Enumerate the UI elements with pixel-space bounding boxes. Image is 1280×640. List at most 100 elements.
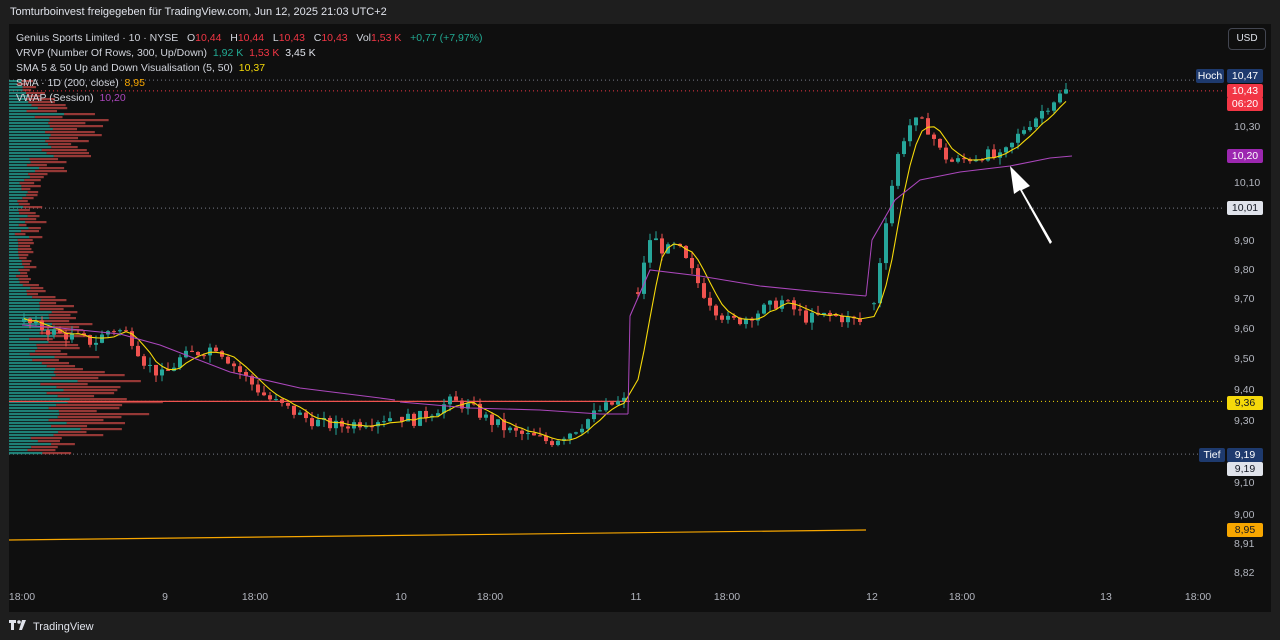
legend-vwap-row[interactable]: VWAP (Session) 10,20 bbox=[16, 92, 126, 104]
annotation-arrow-icon bbox=[1010, 166, 1052, 244]
sma200-tag: 8,95 bbox=[1235, 524, 1256, 536]
legend-vrvp-row[interactable]: VRVP (Number Of Rows, 300, Up/Down) 1,92… bbox=[16, 47, 316, 59]
volume-profile-up bbox=[9, 113, 65, 116]
volume-profile-down bbox=[39, 167, 65, 170]
volume-profile-up bbox=[9, 392, 47, 395]
vwap-line bbox=[627, 315, 631, 415]
volume-profile-down bbox=[55, 374, 125, 377]
legend-sma-vis-row[interactable]: SMA 5 & 50 Up and Down Visualisation (5,… bbox=[16, 62, 265, 74]
vwap-line bbox=[865, 239, 873, 297]
volume-profile-down bbox=[29, 176, 44, 179]
candle-body bbox=[1058, 93, 1062, 103]
volume-profile-up bbox=[9, 278, 19, 281]
candlestick-chart[interactable]: 10,5010,3010,109,909,809,709,609,509,409… bbox=[0, 0, 1280, 640]
candle-body bbox=[112, 331, 116, 333]
legend-vwap-value: 10,20 bbox=[99, 92, 126, 104]
candle-body bbox=[798, 309, 802, 311]
price-tick-label: 8,91 bbox=[1234, 538, 1255, 550]
volume-profile-up bbox=[9, 350, 36, 353]
volume-profile-down bbox=[21, 188, 31, 191]
volume-profile-down bbox=[20, 272, 28, 275]
volume-profile-up bbox=[9, 122, 49, 125]
candle-body bbox=[872, 303, 876, 305]
volume-profile-up bbox=[9, 314, 49, 317]
volume-profile-up bbox=[9, 362, 42, 365]
volume-profile-up bbox=[9, 281, 20, 284]
volume-profile-up bbox=[9, 149, 42, 152]
currency-button[interactable]: USD bbox=[1228, 28, 1266, 50]
candle-body bbox=[208, 347, 212, 356]
volume-profile-up bbox=[9, 221, 26, 224]
candle-body bbox=[654, 238, 658, 241]
volume-profile-down bbox=[30, 437, 62, 440]
volume-profile-down bbox=[22, 197, 34, 200]
volume-profile-up bbox=[9, 224, 19, 227]
volume-profile-up bbox=[9, 302, 40, 305]
volume-profile-down bbox=[46, 365, 76, 368]
candle-body bbox=[454, 396, 458, 401]
legend-vwap-label: VWAP (Session) bbox=[16, 92, 94, 104]
volume-profile-up bbox=[9, 230, 22, 233]
volume-profile-down bbox=[19, 218, 37, 221]
volume-profile-up bbox=[9, 368, 56, 371]
volume-profile-down bbox=[18, 203, 30, 206]
volume-profile-down bbox=[18, 251, 34, 254]
volume-profile-down bbox=[22, 263, 30, 266]
volume-profile-up bbox=[9, 212, 20, 215]
volume-profile-up bbox=[9, 263, 23, 266]
volume-profile-up bbox=[9, 356, 55, 359]
volume-profile-down bbox=[22, 89, 32, 92]
volume-profile-down bbox=[14, 233, 26, 236]
candle-body bbox=[550, 441, 554, 446]
volume-profile-down bbox=[57, 416, 122, 419]
candle-body bbox=[1010, 142, 1014, 148]
candle-body bbox=[896, 154, 900, 186]
candle-body bbox=[118, 330, 122, 332]
price-tick-label: 8,82 bbox=[1234, 567, 1255, 579]
volume-profile-down bbox=[49, 119, 109, 122]
volume-profile-down bbox=[26, 293, 39, 296]
legend-volume: 1,53 K bbox=[371, 32, 402, 44]
volume-profile-up bbox=[9, 200, 18, 203]
volume-profile-down bbox=[18, 209, 30, 212]
candle-body bbox=[346, 426, 350, 429]
volume-profile-down bbox=[26, 164, 47, 167]
volume-profile-down bbox=[37, 347, 80, 350]
time-tick-label: 12 bbox=[866, 591, 878, 603]
legend-vrvp-label: VRVP (Number Of Rows, 300, Up/Down) bbox=[16, 47, 208, 59]
candle-body bbox=[46, 330, 50, 335]
price-tick-label: 10,30 bbox=[1234, 121, 1260, 133]
candle-body bbox=[340, 420, 344, 427]
volume-profile-down bbox=[26, 110, 58, 113]
candle-body bbox=[992, 149, 996, 158]
volume-profile-down bbox=[39, 308, 64, 311]
candle-body bbox=[268, 395, 272, 400]
volume-profile-up bbox=[9, 407, 49, 410]
volume-profile-down bbox=[56, 404, 123, 407]
volume-profile-up bbox=[9, 188, 22, 191]
volume-profile-up bbox=[9, 104, 32, 107]
tradingview-logo[interactable]: TradingView bbox=[9, 619, 94, 634]
volume-profile-up bbox=[9, 329, 53, 332]
legend-vrvp-up: 1,92 K bbox=[212, 47, 244, 59]
volume-profile-down bbox=[50, 134, 102, 137]
candle-body bbox=[568, 433, 572, 439]
candle-body bbox=[926, 118, 930, 135]
candle-body bbox=[256, 384, 260, 393]
volume-profile-up bbox=[9, 374, 56, 377]
volume-profile-up bbox=[9, 428, 81, 431]
volume-profile-down bbox=[23, 266, 37, 269]
candle-body bbox=[490, 414, 494, 425]
volume-profile-down bbox=[27, 215, 40, 218]
volume-profile-down bbox=[53, 371, 105, 374]
time-tick-label: 18:00 bbox=[242, 591, 268, 603]
volume-profile-down bbox=[18, 224, 27, 227]
volume-profile-up bbox=[9, 164, 27, 167]
candle-body bbox=[920, 117, 924, 119]
volume-profile-down bbox=[30, 161, 67, 164]
volume-profile-up bbox=[9, 128, 53, 131]
legend-sma200-row[interactable]: SMA · 1D (200, close) 8,95 bbox=[16, 77, 145, 89]
volume-profile-up bbox=[9, 287, 31, 290]
volume-profile-up bbox=[9, 434, 54, 437]
sma-5-line bbox=[23, 101, 1067, 441]
